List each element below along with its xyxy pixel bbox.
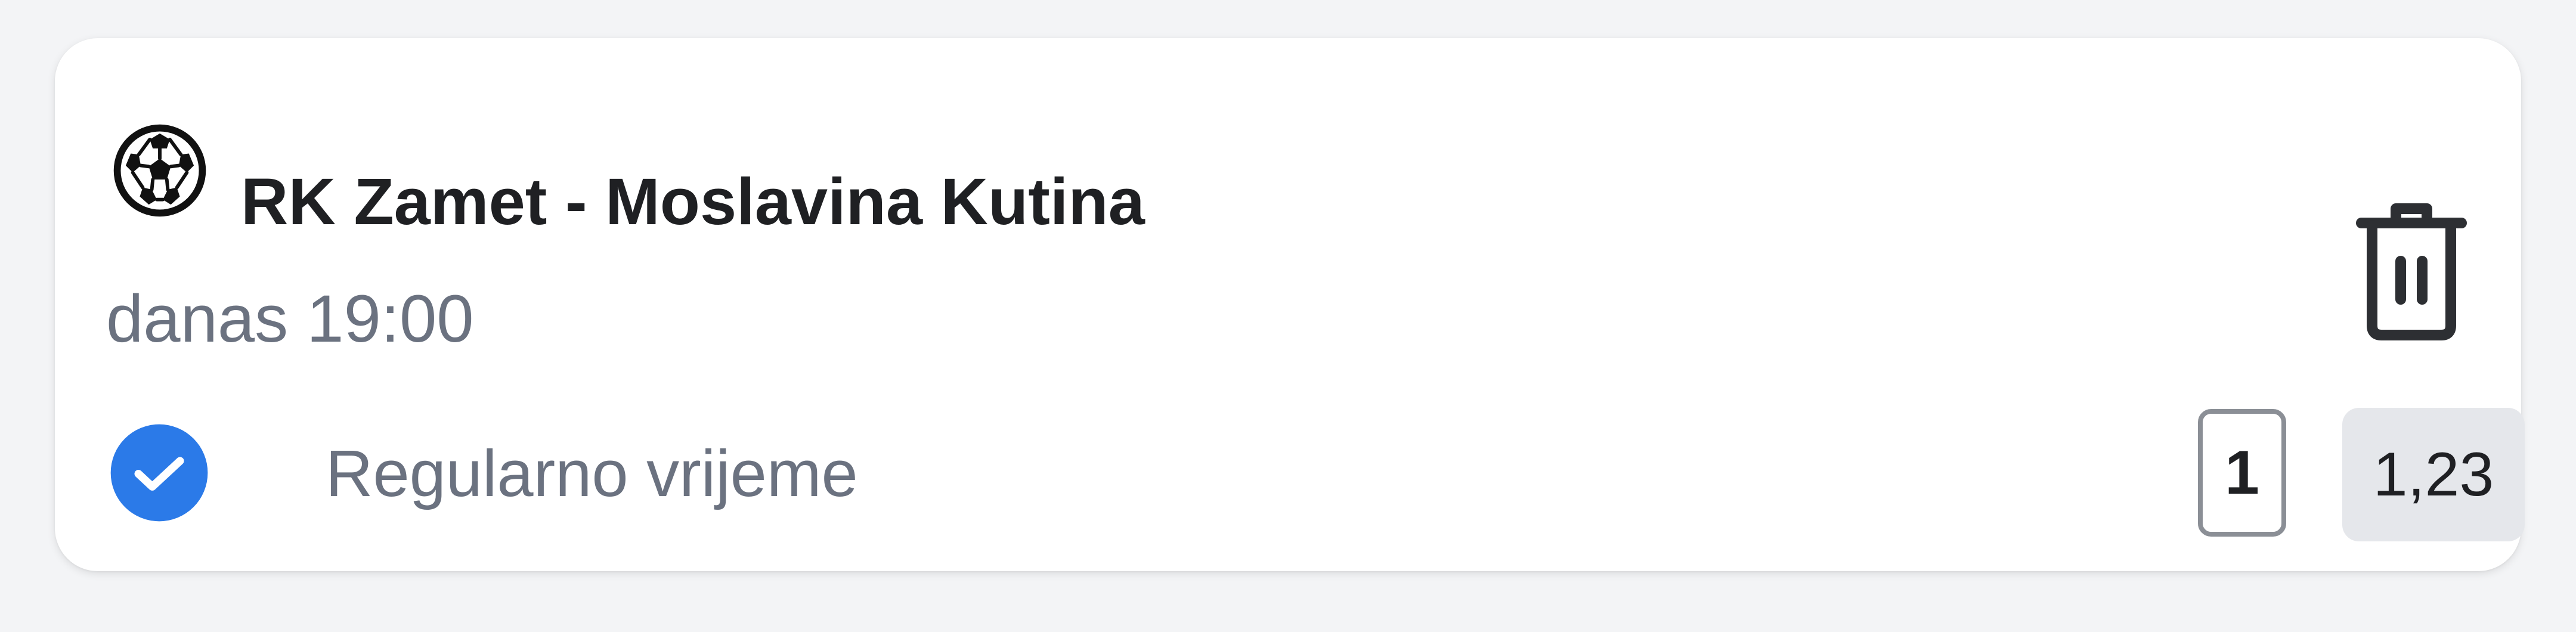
odds-value: 1,23 xyxy=(2342,408,2525,541)
bet-ticket-card: RK Zamet - Moslavina Kutina danas 19:00 … xyxy=(55,38,2525,571)
handball-ball-icon xyxy=(113,124,206,217)
check-circle-icon xyxy=(110,424,208,522)
market-label: Regularno vrijeme xyxy=(326,437,858,510)
outcome-pick: 1 xyxy=(2198,409,2286,537)
match-title: RK Zamet - Moslavina Kutina xyxy=(241,165,1145,238)
trash-icon[interactable] xyxy=(2355,199,2467,342)
match-time: danas 19:00 xyxy=(106,281,474,356)
